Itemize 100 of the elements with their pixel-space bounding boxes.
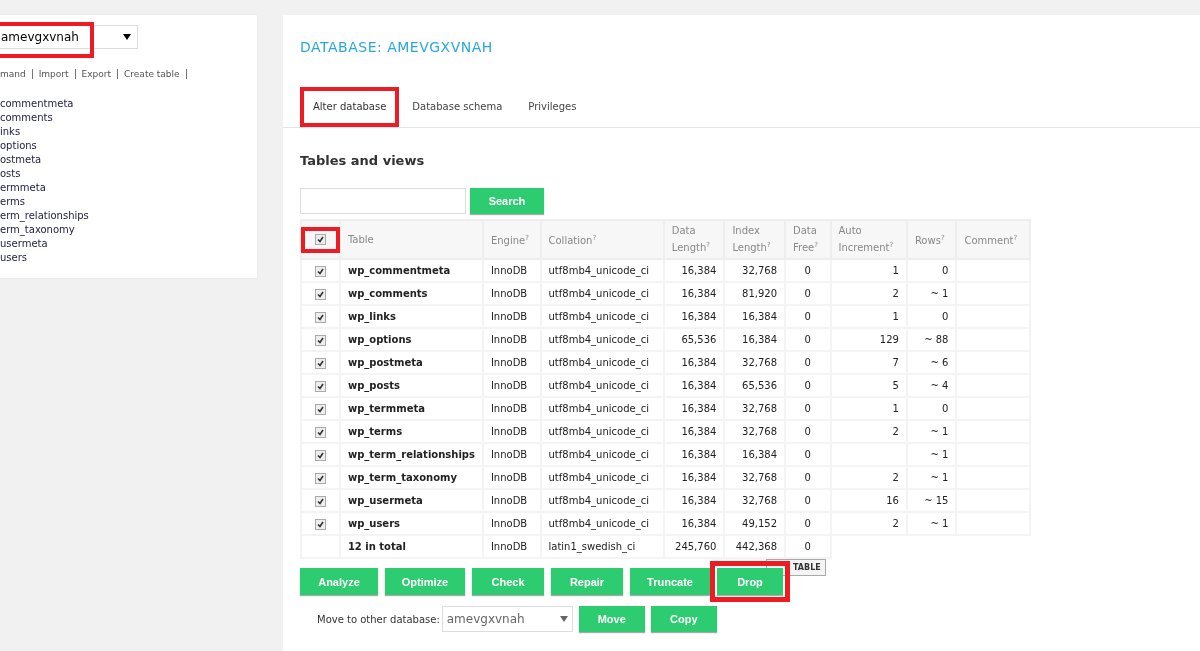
table-link[interactable]: usermeta	[0, 237, 257, 251]
table-cell: 16,384	[663, 397, 725, 421]
total-cell: 12 in total	[339, 535, 483, 559]
column-header: Data Free$^{?}$	[785, 220, 831, 260]
move-label: Move to other database:	[317, 613, 440, 625]
row-checkbox[interactable]	[314, 357, 326, 369]
table-name-cell[interactable]: wp_options	[339, 328, 483, 352]
row-checkbox[interactable]	[314, 403, 326, 415]
table-cell: utf8mb4_unicode_ci	[540, 259, 664, 283]
row-checkbox[interactable]	[314, 426, 326, 438]
table-link[interactable]: osts	[0, 167, 257, 181]
table-link[interactable]: ermmeta	[0, 181, 257, 195]
table-cell: 32,768	[724, 259, 785, 283]
table-cell: utf8mb4_unicode_ci	[540, 305, 664, 329]
table-cell: 0	[785, 512, 831, 536]
row-checkbox[interactable]	[314, 518, 326, 530]
table-cell: 0	[906, 305, 957, 329]
table-name-cell[interactable]: wp_commentmeta	[339, 259, 483, 283]
table-cell: 32,768	[724, 351, 785, 375]
dropdown-caret-icon	[559, 616, 568, 623]
table-cell: 0	[785, 374, 831, 398]
table-name-cell[interactable]: wp_terms	[339, 420, 483, 444]
total-cell: latin1_swedish_ci	[540, 535, 664, 559]
table-cell: 49,152	[724, 512, 785, 536]
table-name-cell[interactable]: wp_usermeta	[339, 489, 483, 513]
table-cell: 81,920	[724, 282, 785, 306]
table-cell: InnoDB	[482, 512, 541, 536]
column-header: Data Length$^{?}$	[663, 220, 725, 260]
tab[interactable]: Alter database	[300, 86, 400, 127]
row-checkbox[interactable]	[314, 288, 326, 300]
table-cell: 65,536	[724, 374, 785, 398]
total-cell: InnoDB	[482, 535, 541, 559]
table-cell: InnoDB	[482, 351, 541, 375]
table-link[interactable]: users	[0, 251, 257, 265]
table-name-cell[interactable]: wp_term_taxonomy	[339, 466, 483, 490]
section-title: Tables and views	[300, 153, 426, 170]
table-cell: ~ 88	[906, 328, 957, 352]
row-checkbox[interactable]	[314, 380, 326, 392]
column-header: Auto Increment$^{?}$	[830, 220, 907, 260]
table-link[interactable]: comments	[0, 111, 257, 125]
table-cell: utf8mb4_unicode_ci	[540, 282, 664, 306]
table-cell: 7	[830, 351, 907, 375]
table-cell: 16,384	[663, 512, 725, 536]
row-checkbox[interactable]	[314, 265, 326, 277]
sidebar-link[interactable]: Import	[32, 69, 76, 79]
table-link[interactable]: ostmeta	[0, 153, 257, 167]
tab[interactable]: Privileges	[515, 86, 590, 127]
select-all-checkbox[interactable]	[314, 234, 326, 246]
table-name-cell[interactable]: wp_users	[339, 512, 483, 536]
table-name-cell[interactable]: wp_links	[339, 305, 483, 329]
table-cell: 0	[785, 489, 831, 513]
table-cell: 0	[785, 397, 831, 421]
table-cell: InnoDB	[482, 282, 541, 306]
table-cell: 0	[785, 259, 831, 283]
table-cell: 1	[830, 259, 907, 283]
table-cell: utf8mb4_unicode_ci	[540, 489, 664, 513]
total-cell: 245,760	[663, 535, 725, 559]
database-title: DATABASE: AMEVGXVNAH	[300, 39, 494, 57]
table-cell: ~ 4	[906, 374, 957, 398]
table-name-cell[interactable]: wp_comments	[339, 282, 483, 306]
table-name-cell[interactable]: wp_posts	[339, 374, 483, 398]
table-cell: ~ 1	[906, 466, 957, 490]
table-cell: utf8mb4_unicode_ci	[540, 328, 664, 352]
table-link[interactable]: inks	[0, 125, 257, 139]
table-cell: utf8mb4_unicode_ci	[540, 512, 664, 536]
table-cell: 0	[906, 259, 957, 283]
table-link[interactable]: erm_relationships	[0, 209, 257, 223]
table-cell: utf8mb4_unicode_ci	[540, 466, 664, 490]
table-cell: InnoDB	[482, 259, 541, 283]
database-select[interactable]: amevgxvnah	[441, 606, 573, 633]
table-cell: InnoDB	[482, 374, 541, 398]
sidebar-link[interactable]: Create table	[118, 69, 187, 79]
search-field[interactable]	[300, 188, 466, 214]
tab[interactable]: Database schema	[399, 86, 516, 127]
table-link[interactable]: erms	[0, 195, 257, 209]
row-checkbox[interactable]	[314, 334, 326, 346]
row-checkbox[interactable]	[314, 311, 326, 323]
table-cell: 16,384	[663, 259, 725, 283]
row-checkbox[interactable]	[314, 495, 326, 507]
sidebar-link[interactable]: mand	[0, 69, 33, 79]
table-cell: 16	[830, 489, 907, 513]
table-cell: ~ 1	[906, 282, 957, 306]
row-checkbox[interactable]	[314, 472, 326, 484]
table-cell: 16,384	[724, 328, 785, 352]
table-name-cell[interactable]: wp_termmeta	[339, 397, 483, 421]
row-checkbox[interactable]	[314, 449, 326, 461]
table-cell: utf8mb4_unicode_ci	[540, 397, 664, 421]
table-link[interactable]: options	[0, 139, 257, 153]
table-cell: ~ 1	[906, 420, 957, 444]
table-link[interactable]: commentmeta	[0, 97, 257, 111]
table-cell: 16,384	[663, 305, 725, 329]
column-header: Table	[339, 220, 483, 260]
table-name-cell[interactable]: wp_term_relationships	[339, 443, 483, 467]
table-cell: 2	[830, 420, 907, 444]
table-link[interactable]: erm_taxonomy	[0, 223, 257, 237]
table-cell: 16,384	[663, 351, 725, 375]
table-cell: 16,384	[663, 489, 725, 513]
table-name-cell[interactable]: wp_postmeta	[339, 351, 483, 375]
sidebar-link[interactable]: Export	[75, 69, 119, 79]
table-cell: 0	[785, 305, 831, 329]
